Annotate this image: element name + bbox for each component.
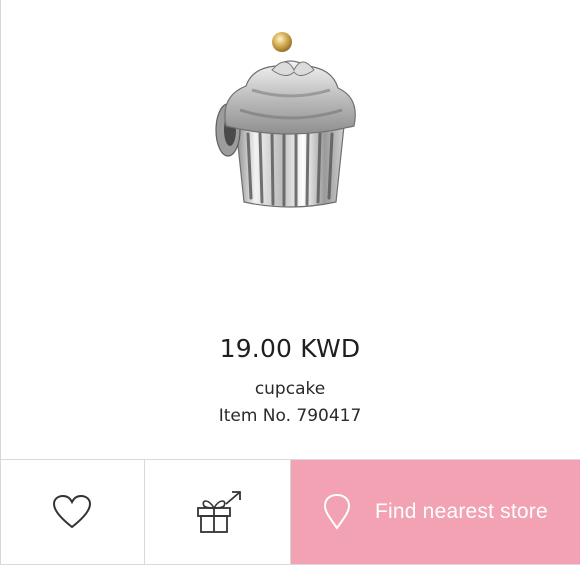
find-nearest-store-label: Find nearest store <box>375 500 548 523</box>
product-action-bar: Find nearest store <box>0 459 580 565</box>
product-item-number: Item No. 790417 <box>218 406 362 426</box>
location-pin-icon <box>323 493 351 530</box>
product-name: cupcake <box>254 379 326 399</box>
wishlist-button[interactable] <box>0 460 145 564</box>
gift-share-icon <box>196 491 241 533</box>
product-image <box>215 32 356 208</box>
page-bottom-strip <box>0 565 580 580</box>
find-nearest-store-button[interactable]: Find nearest store <box>291 460 580 564</box>
product-price: 19.00 KWD <box>219 334 361 363</box>
heart-icon <box>52 494 92 529</box>
gift-share-button[interactable] <box>145 460 291 564</box>
